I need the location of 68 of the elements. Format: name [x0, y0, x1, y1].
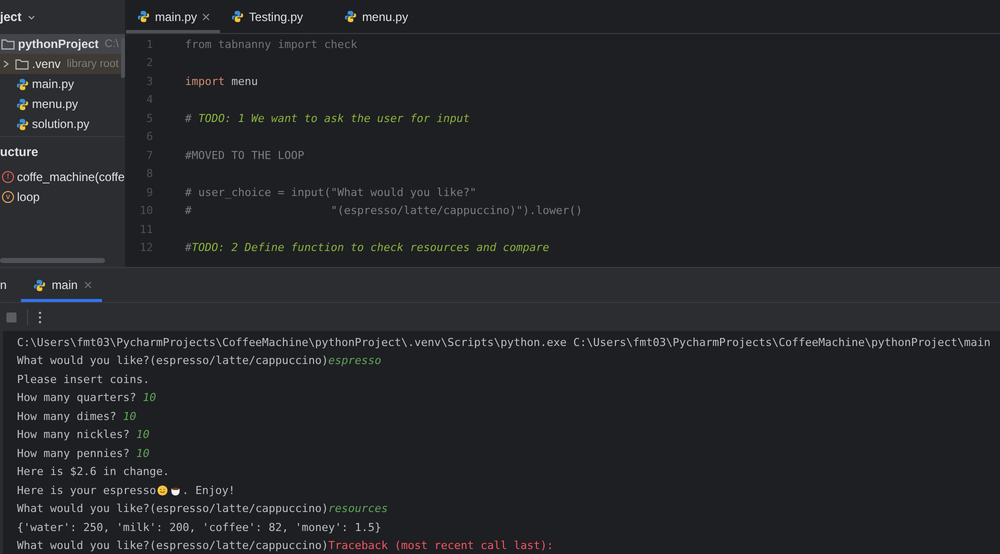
member-badge: f: [2, 171, 14, 183]
input-text: 10: [122, 410, 136, 423]
console-output: What would you like?(espresso/latte/cappuccino): [17, 354, 328, 368]
input-text: 10: [136, 428, 150, 442]
code-line: import menu: [185, 74, 258, 88]
code-line: #TODO: 2 Define function to check resources and compare: [185, 241, 550, 254]
tree-item[interactable]: solution.py: [0, 114, 125, 134]
editor-tab[interactable]: Testing.py: [220, 0, 314, 33]
run-tab[interactable]: main: [20, 268, 102, 302]
member-name: coffe_machine(coffe: [17, 170, 125, 184]
file-name: main.py: [32, 77, 74, 91]
tree-item[interactable]: main.py: [0, 74, 125, 94]
console-output: {'water': 250, 'milk': 200, 'coffee': 82, 'money': 1.5}: [17, 520, 382, 534]
run-tab[interactable]: n: [0, 268, 21, 302]
input-text: 10: [136, 446, 150, 460]
panel-title[interactable]: ject: [0, 10, 22, 24]
file-name: solution.py: [32, 117, 90, 131]
console-output: C:\Users\fmt03\PycharmProjects\CoffeeMachine\pythonProject\.venv\Scripts\python.exe C:\Users\fmt03\PycharmProjects\CoffeeMachine\pythonProject\main: [17, 336, 991, 349]
chevron-right-icon[interactable]: [2, 60, 10, 68]
error-text: Traceback (most recent call last):: [328, 539, 554, 552]
path-hint: library root: [66, 58, 119, 70]
editor-tab[interactable]: main.py: [126, 0, 220, 33]
console-output: How many nickles?: [17, 428, 131, 442]
python-file-icon: [16, 98, 29, 110]
more-icon[interactable]: [38, 310, 42, 324]
scrollbar[interactable]: [121, 38, 125, 78]
member-badge: v: [2, 191, 14, 203]
code-line: # "(espresso/latte/cappuccino)").lower(): [185, 204, 582, 218]
console-output: How many quarters?: [17, 391, 138, 404]
console-output: What would you like?(espresso/latte/cappuccino): [17, 539, 328, 552]
python-file-icon: [137, 10, 150, 23]
python-file-icon: [344, 10, 358, 23]
python-file-icon: [32, 278, 46, 292]
code-line: # TODO: 1 We want to ask the user for input: [185, 112, 470, 125]
input-text: resources: [328, 502, 388, 516]
console-output: What would you like?(espresso/latte/cappuccino): [17, 502, 328, 516]
console-output: How many dimes?: [17, 410, 118, 423]
structure-item[interactable]: f coffe_machine(coffe: [0, 167, 125, 187]
console-output: . Enjoy!: [182, 484, 236, 497]
console-output: Here is your espresso: [17, 484, 156, 497]
close-icon[interactable]: [84, 281, 92, 289]
tree-item[interactable]: pythonProject C:\: [0, 34, 125, 54]
panel-title: ucture: [0, 145, 38, 159]
input-text: espresso: [328, 354, 382, 368]
folder-icon: [15, 58, 29, 70]
folder-icon: [1, 38, 15, 50]
python-file-icon: [16, 78, 29, 90]
close-icon[interactable]: [202, 12, 210, 20]
console-output: Here is $2.6 in change.: [17, 465, 170, 478]
code-line: # user_choice = input("What would you like?": [185, 186, 476, 199]
code-line: #MOVED TO THE LOOP: [185, 148, 304, 162]
console-output: How many pennies?: [17, 446, 131, 460]
scrollbar[interactable]: [0, 258, 105, 263]
structure-item[interactable]: v loop: [0, 187, 125, 207]
input-text: 10: [142, 391, 156, 404]
path-hint: C:\: [104, 38, 119, 50]
member-name: loop: [17, 190, 40, 204]
python-file-icon: [231, 10, 244, 23]
editor-tab[interactable]: menu.py: [333, 0, 418, 33]
file-name: pythonProject: [18, 37, 99, 51]
code-line: from tabnanny import check: [185, 38, 358, 51]
tree-item[interactable]: menu.py: [0, 94, 125, 114]
file-name: menu.py: [32, 97, 78, 111]
smiley-icon: [157, 484, 168, 496]
coffee-cup-icon: [170, 484, 182, 496]
console-output: Please insert coins.: [17, 372, 150, 386]
python-file-icon: [16, 118, 29, 130]
file-name: .venv: [32, 57, 61, 71]
